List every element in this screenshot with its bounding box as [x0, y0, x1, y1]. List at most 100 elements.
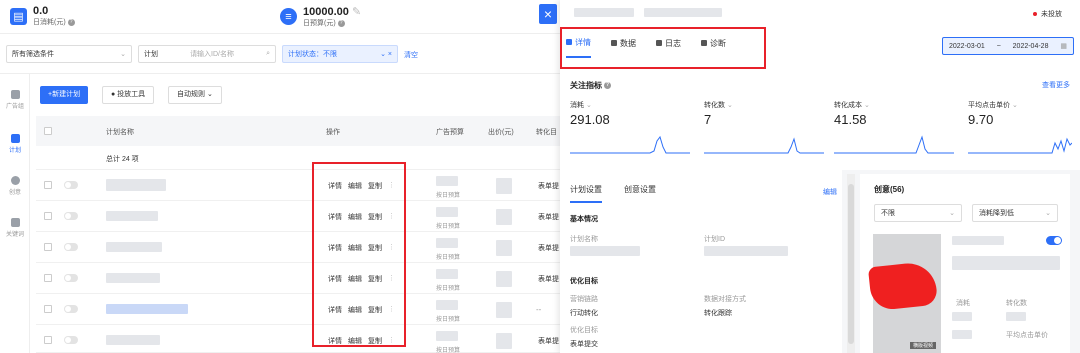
- row-toggle[interactable]: [64, 305, 78, 313]
- row-toggle[interactable]: [64, 243, 78, 251]
- table-row[interactable]: 详情 编辑 复制 ⋮ 按日预算 --: [36, 294, 560, 325]
- budget-label: 日预算(元): [303, 20, 336, 27]
- redacted-metric: [952, 330, 972, 339]
- scrollbar-thumb[interactable]: [848, 184, 854, 344]
- nav-item-ad-group[interactable]: 广告组: [0, 90, 30, 110]
- redacted-plan-name: [106, 179, 166, 191]
- metric-conv-cost[interactable]: 转化成本 ⌄ 41.58: [834, 100, 962, 155]
- metric-avg-cpc[interactable]: 平均点击单价 ⌄ 9.70: [968, 100, 1080, 155]
- row-toggle[interactable]: [64, 212, 78, 220]
- redacted-plan-name-value: [570, 246, 640, 256]
- calendar-icon: ▦: [1060, 43, 1067, 50]
- all-conditions-select[interactable]: 所有筛选条件 ⌄: [6, 45, 132, 63]
- see-more-link[interactable]: 查看更多: [1042, 80, 1070, 90]
- creative-sort-select[interactable]: 消耗降到低 ⌄: [972, 204, 1058, 222]
- gear-icon: [10, 218, 20, 227]
- table-row[interactable]: 详情 编辑 复制 ⋮ 按日预算 表单提: [36, 232, 560, 263]
- row-checkbox[interactable]: [44, 305, 52, 313]
- plan-search-input[interactable]: 计划 请输入ID/名称 ⌕: [138, 45, 276, 63]
- total-row: 总计 24 项: [36, 146, 560, 170]
- redacted-plan-name: [106, 273, 160, 283]
- help-icon[interactable]: ?: [337, 19, 345, 27]
- date-range-picker[interactable]: 2022-03-01 ~ 2022-04-28 ▦: [942, 37, 1074, 55]
- creative-toggle[interactable]: [1046, 236, 1062, 245]
- row-checkbox[interactable]: [44, 212, 52, 220]
- edit-settings-link[interactable]: 编辑: [823, 187, 837, 197]
- metric-value: 41.58: [834, 112, 867, 127]
- row-checkbox[interactable]: [44, 274, 52, 282]
- budget-type: 按日预算: [436, 193, 461, 199]
- redacted-budget: [436, 207, 458, 217]
- redacted-budget: [436, 176, 458, 186]
- col-conv: 转化目: [536, 129, 557, 136]
- scrollbar[interactable]: [847, 174, 855, 353]
- chevron-down-icon: ⌄: [726, 102, 733, 109]
- sparkline: [834, 135, 954, 154]
- conv-goal-empty: --: [536, 305, 542, 314]
- row-toggle[interactable]: [64, 336, 78, 344]
- budget-type: 按日预算: [436, 224, 461, 230]
- sparkline: [968, 137, 1072, 154]
- metric-label: 消耗: [570, 102, 584, 109]
- plan-status-label: 计划状态：不限: [288, 51, 337, 58]
- tab-plan-settings[interactable]: 计划设置: [570, 184, 602, 203]
- plan-status-select[interactable]: 计划状态：不限 ⌄ ×: [282, 45, 398, 63]
- row-checkbox[interactable]: [44, 181, 52, 189]
- metric-conversions[interactable]: 转化数 ⌄ 7: [704, 100, 832, 155]
- redacted-creative-name: [952, 236, 1004, 245]
- nav-item-plan[interactable]: 计划: [0, 134, 30, 154]
- goal-label: 优化目标: [570, 327, 598, 334]
- row-toggle[interactable]: [64, 274, 78, 282]
- budget-type: 按日预算: [436, 255, 461, 261]
- clear-filters-link[interactable]: 清空: [404, 50, 418, 60]
- table-row[interactable]: 详情 编辑 复制 ⋮ 按日预算 表单提: [36, 325, 560, 353]
- plan-detail-drawer: 未投放 详情 数据 日志 诊断 2022-03-01 ~ 2022-04-28 …: [560, 0, 1080, 353]
- redacted-bid: [496, 240, 512, 256]
- redacted-plan-name: [106, 242, 162, 252]
- auto-rules-button[interactable]: 自动规则 ⌄: [168, 86, 222, 104]
- table-row[interactable]: 详情 编辑 复制 ⋮ 按日预算 表单提: [36, 263, 560, 294]
- key-metrics-title: 关注指标?: [570, 80, 611, 91]
- redacted-plan-name: [106, 211, 158, 221]
- chevron-down-icon: ⌄: [863, 102, 870, 109]
- creative-conv-label: 转化数: [1006, 300, 1027, 307]
- metric-spend[interactable]: 消耗 ⌄ 291.08: [570, 100, 698, 155]
- optimize-title: 优化目标: [570, 278, 598, 285]
- ad-tools-label: 投放工具: [117, 91, 146, 98]
- chevron-down-icon: ⌄: [206, 91, 213, 98]
- nav-item-label: 广告组: [5, 104, 24, 110]
- creative-sort-label: 消耗降到低: [979, 210, 1014, 217]
- select-all-checkbox[interactable]: [44, 127, 52, 135]
- row-toggle[interactable]: [64, 181, 78, 189]
- ad-tools-button[interactable]: ● 投放工具: [102, 86, 155, 104]
- nav-item-creative[interactable]: 创意: [0, 176, 30, 196]
- plan-id-label: 计划ID: [704, 236, 725, 243]
- help-icon[interactable]: ?: [67, 18, 75, 26]
- coins-icon: ≡: [280, 8, 297, 25]
- metric-value: 291.08: [570, 112, 610, 127]
- ops-highlight-box: [312, 162, 406, 347]
- status-badge: 未投放: [1033, 9, 1062, 19]
- table-row[interactable]: 详情 编辑 复制 ⋮ 按日预算 表单提: [36, 201, 560, 232]
- row-checkbox[interactable]: [44, 243, 52, 251]
- new-plan-button[interactable]: +新建计划: [40, 86, 89, 104]
- nav-item-keyword[interactable]: 关键词: [0, 218, 30, 238]
- chevron-down-icon: ⌄: [1011, 102, 1018, 109]
- video-tag: 横版视频: [910, 342, 937, 349]
- redacted-creative-info: [952, 256, 1060, 270]
- stats-bar: ▤ 0.0 日消耗(元)? ≡ 10000.00 ✎ 日预算(元)? ×: [0, 0, 560, 34]
- drawer-header: 未投放: [560, 0, 1080, 26]
- edit-pencil-icon[interactable]: ✎: [352, 6, 361, 18]
- help-icon[interactable]: ?: [604, 82, 611, 90]
- bulb-icon: [10, 176, 20, 185]
- chevron-down-icon: ⌄: [1045, 210, 1051, 217]
- table-row[interactable]: 详情 编辑 复制 ⋮ 按日预算 表单提: [36, 170, 560, 201]
- close-drawer-button[interactable]: ×: [539, 4, 557, 24]
- budget-stat: ≡ 10000.00 ✎ 日预算(元)?: [280, 5, 361, 28]
- tab-creative-settings[interactable]: 创意设置: [624, 184, 656, 195]
- redacted-plan-name: [106, 304, 188, 314]
- creative-filter-select[interactable]: 不限 ⌄: [874, 204, 962, 222]
- budget-type: 按日预算: [436, 286, 461, 292]
- row-checkbox[interactable]: [44, 336, 52, 344]
- plan-table-area: +新建计划 ● 投放工具 自动规则 ⌄ 计划名称 操作 广告预算 出价(元) 转…: [30, 74, 560, 353]
